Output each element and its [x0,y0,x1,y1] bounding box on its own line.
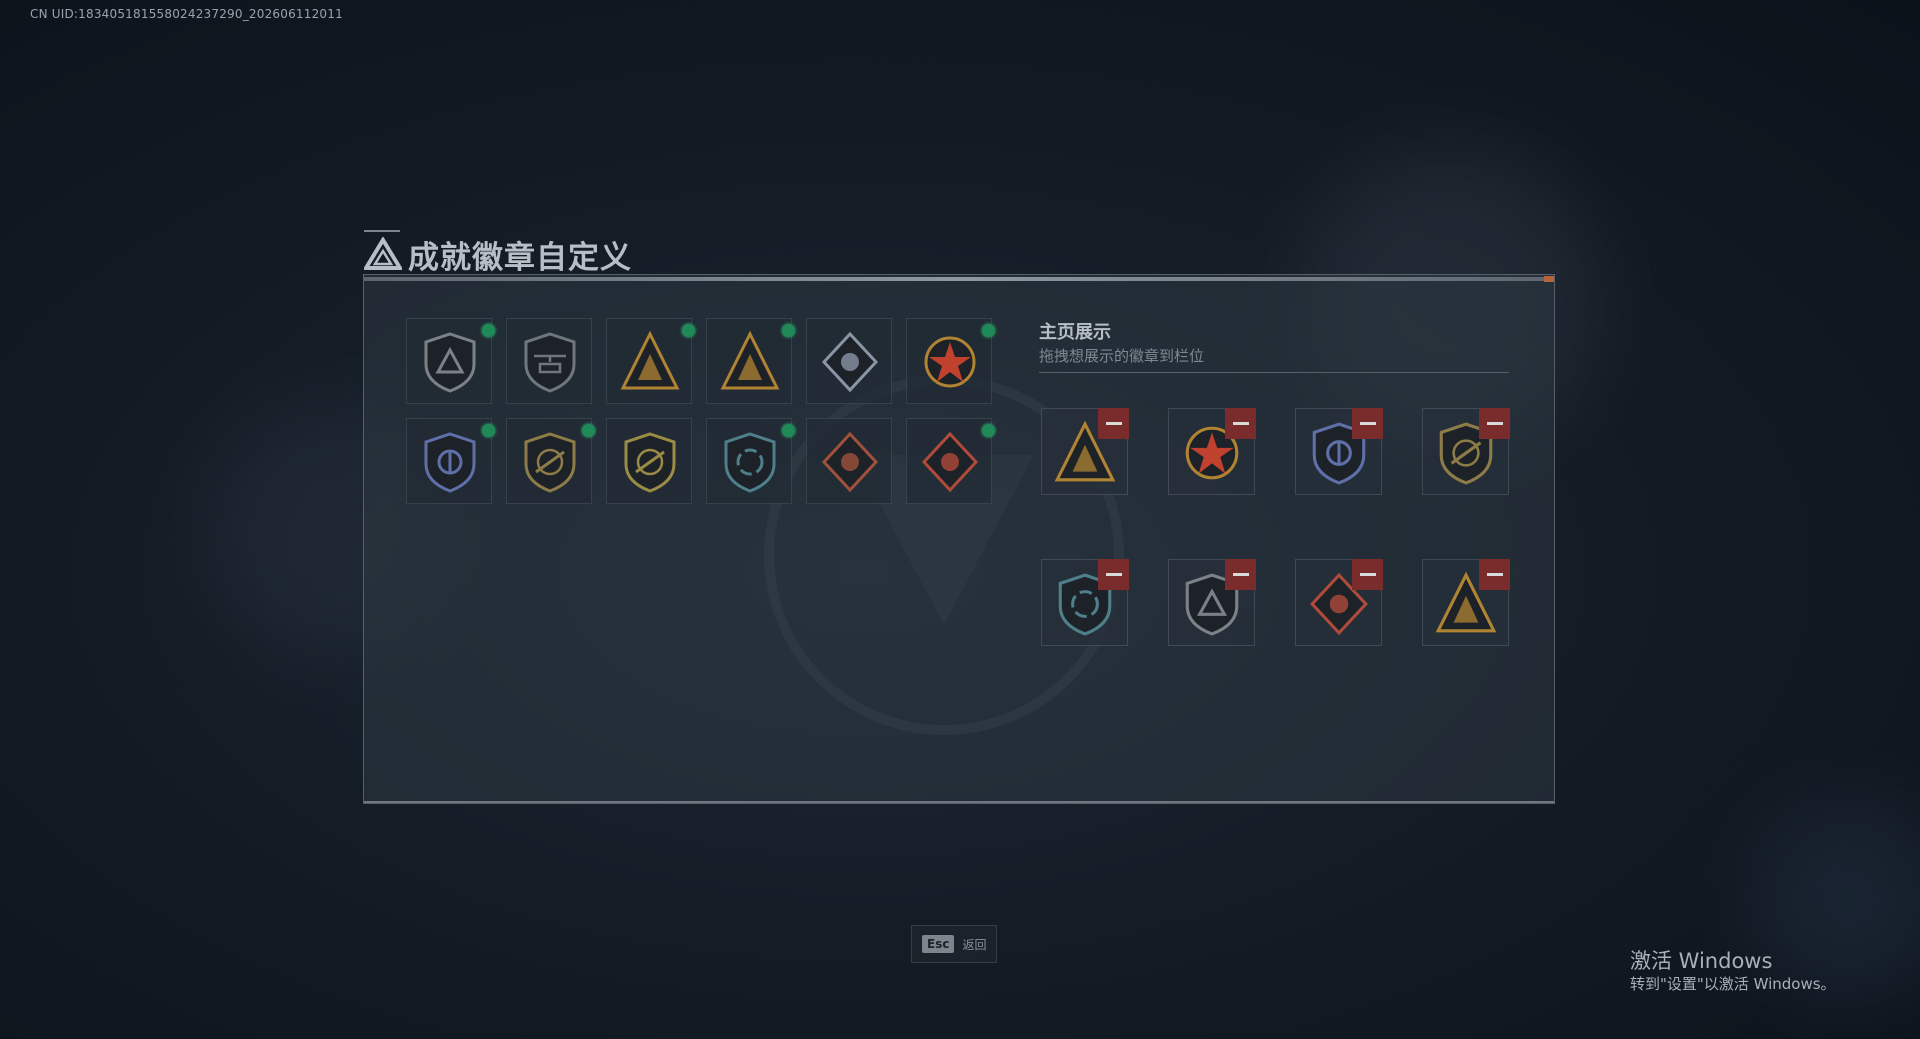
shield-arrows-badge-icon [724,432,776,493]
background-glow [1750,800,1920,1000]
badge-customization-panel: 主页展示 拖拽想展示的徽章到栏位 [363,274,1555,804]
triangle-logo-icon [364,237,402,270]
inventory-badge-slot[interactable] [606,418,692,504]
showcase-subtitle: 拖拽想展示的徽章到栏位 [1039,347,1205,365]
dagger-diamond-badge-icon [921,431,979,493]
police-shield-badge-icon [424,432,476,493]
remove-badge-button[interactable] [1352,559,1383,590]
helicopter-badge-icon [524,332,576,393]
showcase-badge-slot[interactable] [1422,408,1510,495]
wolf-diamond-badge-icon [821,431,879,493]
showcase-badge-slot[interactable] [1041,559,1129,646]
showcase-badge-slot[interactable] [1295,559,1383,646]
inventory-badge-slot[interactable] [406,318,495,404]
remove-badge-button[interactable] [1098,408,1129,439]
showcase-badge-slot[interactable] [1422,559,1510,646]
minus-icon [1486,573,1503,576]
showcase-badge-slot[interactable] [1041,408,1129,495]
remove-badge-button[interactable] [1225,408,1256,439]
inventory-badge-slot[interactable] [806,418,892,504]
remove-badge-button[interactable] [1098,559,1129,590]
showcase-badge-slot[interactable] [1295,408,1383,495]
back-label: 返回 [962,937,987,952]
inventory-badge-slot[interactable] [706,418,795,504]
inventory-badge-slot[interactable] [906,318,995,404]
equipped-indicator-dot [982,424,995,437]
shield-rifle-gold-badge-icon [624,432,676,493]
panel-bottom-line [364,801,1554,803]
equipped-indicator-dot [682,324,695,337]
showcase-title: 主页展示 [1039,322,1111,343]
remove-badge-button[interactable] [1479,408,1510,439]
equipped-indicator-dot [482,324,495,337]
inventory-badge-slot[interactable] [906,418,995,504]
windows-activation-title: 激活 Windows [1630,949,1773,973]
page-title: 成就徽章自定义 [408,239,632,276]
minus-icon [1486,422,1503,425]
inventory-badge-slot[interactable] [506,318,592,404]
windows-activation-subtitle: 转到"设置"以激活 Windows。 [1630,975,1836,993]
equipped-indicator-dot [582,424,595,437]
uid-label: CN UID:1834051815580242372​90_2026061120… [30,7,343,21]
minus-icon [1232,573,1249,576]
remove-badge-button[interactable] [1479,559,1510,590]
star-wreath-badge-icon [924,336,976,388]
inventory-badge-slot[interactable] [606,318,695,404]
minus-icon [1105,573,1122,576]
remove-badge-button[interactable] [1225,559,1256,590]
rose-diamond-badge-icon [821,331,879,393]
page-header: 成就徽章自定义 [364,232,632,276]
inventory-badge-slot[interactable] [506,418,595,504]
minus-icon [1232,422,1249,425]
equipped-indicator-dot [982,324,995,337]
shield-rifle-badge-icon [524,432,576,493]
minus-icon [1359,422,1376,425]
panel-top-bar [364,276,1554,282]
remove-badge-button[interactable] [1352,408,1383,439]
inventory-badge-slot[interactable] [706,318,795,404]
back-button[interactable]: Esc 返回 [911,925,998,963]
equipped-indicator-dot [782,324,795,337]
showcase-badge-slot[interactable] [1168,408,1256,495]
soldiers-triangle-badge-icon [720,330,780,390]
showcase-badge-slot[interactable] [1168,559,1256,646]
showcase-divider [1039,372,1509,373]
claw-triangle-badge-icon [620,330,680,390]
equipped-indicator-dot [482,424,495,437]
minus-icon [1359,573,1376,576]
shield-triangle-badge-icon [424,332,476,393]
inventory-badge-slot[interactable] [806,318,892,404]
equipped-indicator-dot [782,424,795,437]
inventory-badge-slot[interactable] [406,418,495,504]
minus-icon [1105,422,1122,425]
esc-key-hint: Esc [922,935,955,953]
